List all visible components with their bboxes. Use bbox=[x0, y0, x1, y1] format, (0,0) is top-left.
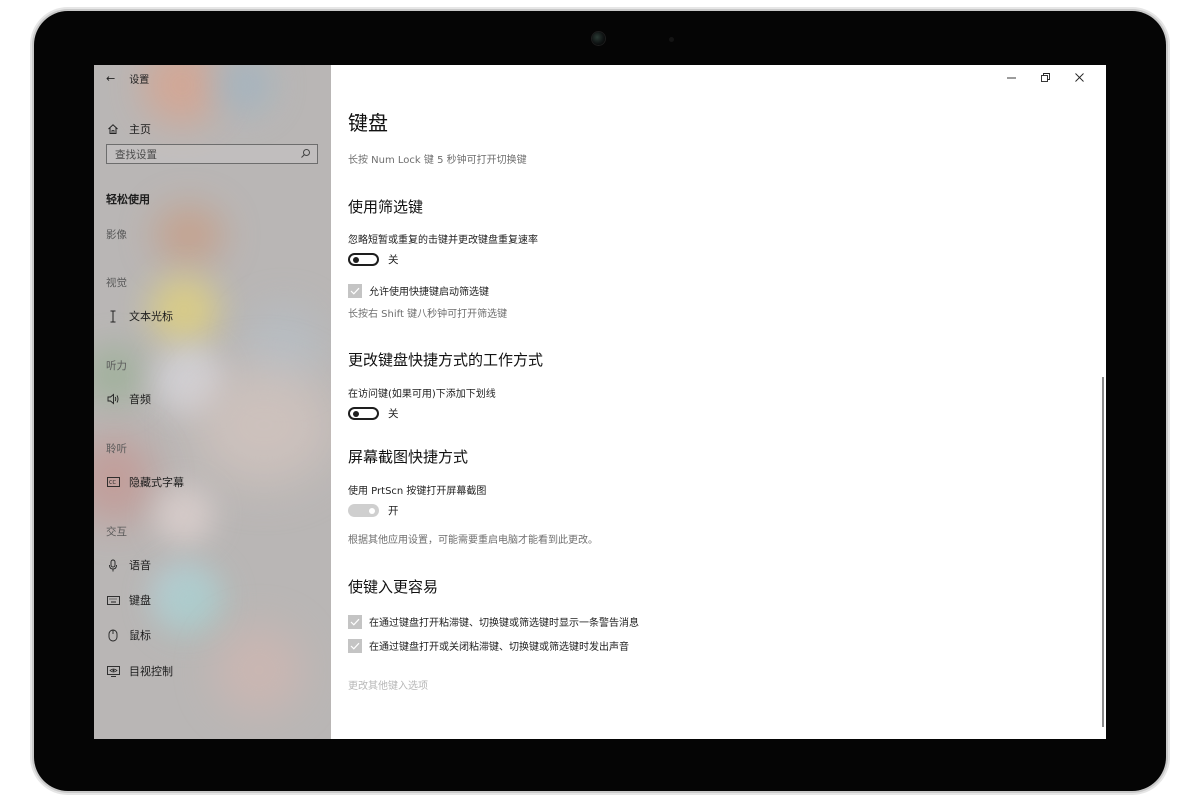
checkbox[interactable] bbox=[348, 638, 362, 653]
page-title: 键盘 bbox=[348, 111, 388, 135]
sidebar-item-label: 目视控制 bbox=[129, 665, 173, 678]
sidebar-section-listening: 聆听 bbox=[106, 443, 127, 455]
sidebar-category: 轻松使用 bbox=[106, 193, 150, 206]
sidebar-section-interaction: 交互 bbox=[106, 526, 127, 538]
underline-access-keys-toggle[interactable]: 关 bbox=[348, 406, 399, 421]
toggle-switch[interactable] bbox=[348, 407, 379, 420]
sidebar-item-mouse[interactable]: 鼠标 bbox=[106, 627, 151, 643]
camera-lens bbox=[592, 32, 605, 45]
main-content: 键盘 长按 Num Lock 键 5 秒钟可打开切换键 使用筛选键 忽略短暂或重… bbox=[331, 65, 1106, 739]
speaker-icon bbox=[106, 392, 120, 406]
sidebar-section-hearing: 听力 bbox=[106, 360, 127, 372]
sidebar-item-label: 音频 bbox=[129, 393, 151, 406]
toggle-state-label: 开 bbox=[388, 505, 399, 517]
toggle-switch[interactable] bbox=[348, 253, 379, 266]
search-placeholder: 查找设置 bbox=[115, 148, 157, 161]
checkbox-label: 在通过键盘打开或关闭粘滞键、切换键或筛选键时发出声音 bbox=[369, 642, 629, 653]
sidebar-item-text-cursor[interactable]: 文本光标 bbox=[106, 308, 173, 324]
shortcuts-heading: 更改键盘快捷方式的工作方式 bbox=[348, 351, 544, 369]
svg-text:CC: CC bbox=[109, 480, 116, 486]
filter-keys-toggle[interactable]: 关 bbox=[348, 252, 399, 267]
sidebar-item-speech[interactable]: 语音 bbox=[106, 557, 151, 573]
sidebar-item-label: 语音 bbox=[129, 559, 151, 572]
sidebar-item-label: 主页 bbox=[129, 123, 151, 136]
minimize-icon[interactable] bbox=[994, 69, 1028, 85]
filter-keys-shortcut-checkbox[interactable]: 允许使用快捷键启动筛选键 bbox=[348, 283, 489, 298]
shortcuts-toggle-desc: 在访问键(如果可用)下添加下划线 bbox=[348, 389, 496, 400]
sidebar-item-eye-control[interactable]: 目视控制 bbox=[106, 663, 173, 679]
checkbox[interactable] bbox=[348, 614, 362, 629]
sidebar-item-label: 隐藏式字幕 bbox=[129, 476, 184, 489]
sidebar-item-audio[interactable]: 音频 bbox=[106, 391, 151, 407]
typing-heading: 使键入更容易 bbox=[348, 578, 439, 596]
sidebar-item-label: 文本光标 bbox=[129, 310, 173, 323]
prtscn-toggle[interactable]: 开 bbox=[348, 503, 399, 518]
back-row: ← 设置 bbox=[106, 71, 149, 86]
scrollbar[interactable] bbox=[1102, 377, 1104, 727]
home-icon bbox=[106, 122, 120, 136]
back-arrow-icon[interactable]: ← bbox=[106, 72, 115, 85]
toggle-state-label: 关 bbox=[388, 408, 399, 420]
screen: ← 设置 主页 查找设置 轻松使用 影像 视觉 文本光标 听力 音频 聆听 CC… bbox=[94, 65, 1106, 739]
sidebar: ← 设置 主页 查找设置 轻松使用 影像 视觉 文本光标 听力 音频 聆听 CC… bbox=[94, 65, 331, 739]
app-title: 设置 bbox=[129, 75, 150, 86]
screenshot-heading: 屏幕截图快捷方式 bbox=[348, 448, 469, 466]
close-icon[interactable] bbox=[1062, 69, 1096, 85]
tablet-frame: ← 设置 主页 查找设置 轻松使用 影像 视觉 文本光标 听力 音频 聆听 CC… bbox=[34, 11, 1166, 791]
checkbox-label: 允许使用快捷键启动筛选键 bbox=[369, 287, 489, 298]
microphone-icon bbox=[106, 558, 120, 572]
sidebar-item-closed-captions[interactable]: CC 隐藏式字幕 bbox=[106, 474, 184, 490]
closed-captions-icon: CC bbox=[106, 475, 120, 489]
checkbox[interactable] bbox=[348, 283, 362, 298]
restore-icon[interactable] bbox=[1028, 69, 1062, 85]
sidebar-item-label: 键盘 bbox=[129, 594, 151, 607]
text-cursor-icon bbox=[106, 309, 120, 323]
filter-keys-heading: 使用筛选键 bbox=[348, 198, 424, 216]
mouse-icon bbox=[106, 628, 120, 642]
sidebar-item-home[interactable]: 主页 bbox=[106, 121, 151, 137]
screenshot-note: 根据其他应用设置，可能需要重启电脑才能看到此更改。 bbox=[348, 535, 598, 546]
window-controls bbox=[994, 69, 1096, 85]
sidebar-section-image: 影像 bbox=[106, 229, 127, 241]
eye-control-icon bbox=[106, 664, 120, 678]
screenshot-toggle-desc: 使用 PrtScn 按键打开屏幕截图 bbox=[348, 486, 487, 497]
sidebar-section-vision: 视觉 bbox=[106, 277, 127, 289]
keyboard-icon bbox=[106, 593, 120, 607]
sound-checkbox[interactable]: 在通过键盘打开或关闭粘滞键、切换键或筛选键时发出声音 bbox=[348, 638, 629, 653]
other-typing-options-link[interactable]: 更改其他键入选项 bbox=[348, 677, 428, 692]
toggle-state-label: 关 bbox=[388, 254, 399, 266]
warning-message-checkbox[interactable]: 在通过键盘打开粘滞键、切换键或筛选键时显示一条警告消息 bbox=[348, 614, 639, 629]
light-sensor bbox=[669, 37, 674, 42]
filter-keys-shortcut-note: 长按右 Shift 键八秒钟可打开筛选键 bbox=[348, 309, 508, 320]
toggle-switch[interactable] bbox=[348, 504, 379, 517]
sidebar-item-keyboard[interactable]: 键盘 bbox=[106, 592, 151, 608]
checkbox-label: 在通过键盘打开粘滞键、切换键或筛选键时显示一条警告消息 bbox=[369, 618, 639, 629]
search-icon[interactable] bbox=[300, 148, 311, 162]
sidebar-item-label: 鼠标 bbox=[129, 629, 151, 642]
search-input[interactable]: 查找设置 bbox=[106, 144, 318, 164]
numlock-note: 长按 Num Lock 键 5 秒钟可打开切换键 bbox=[348, 155, 527, 166]
filter-keys-toggle-desc: 忽略短暂或重复的击键并更改键盘重复速率 bbox=[348, 235, 538, 246]
